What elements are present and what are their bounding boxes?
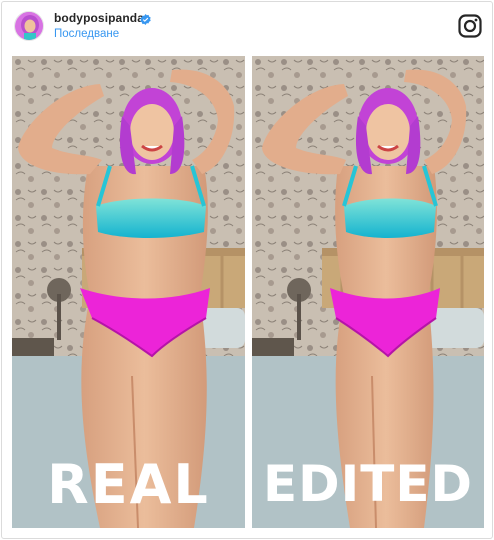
instagram-embed-card: bodyposipanda Последване REAL EDITED	[1, 1, 493, 539]
username-link[interactable]: bodyposipanda	[54, 11, 144, 25]
post-image-edited: EDITED	[252, 56, 484, 528]
follow-button[interactable]: Последване	[54, 28, 119, 40]
verified-badge-icon	[140, 12, 151, 25]
instagram-icon[interactable]	[458, 14, 482, 38]
post-image-real: REAL	[12, 56, 245, 528]
edited-label: EDITED	[262, 455, 474, 513]
real-label: REAL	[47, 453, 210, 516]
avatar[interactable]	[14, 11, 44, 41]
post-header: bodyposipanda Последване	[2, 2, 492, 50]
